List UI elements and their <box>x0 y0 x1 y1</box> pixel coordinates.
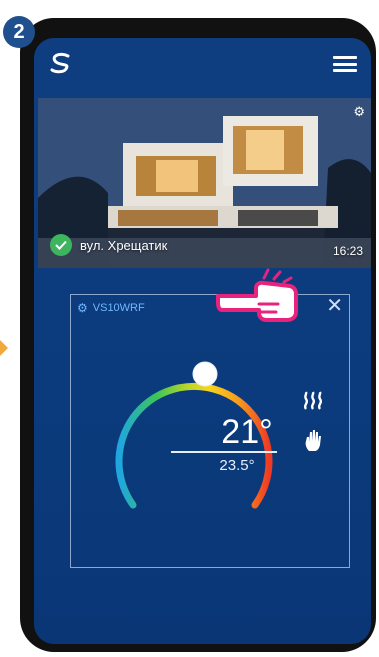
device-gear-icon: ⚙ <box>77 301 88 315</box>
hamburger-menu-icon[interactable] <box>333 56 357 72</box>
home-name: вул. Хрещатик <box>80 237 168 253</box>
device-title: ⚙ VS10WRF <box>77 301 145 315</box>
heating-icon <box>303 391 323 410</box>
check-icon <box>50 234 72 256</box>
step-badge: 2 <box>3 16 35 48</box>
home-time: 16:23 <box>332 244 363 258</box>
app-screen: ⚙ вул. Хрещатик 16:23 ⚙ VS10WRF ✕ 21° 23… <box>34 38 371 644</box>
top-bar <box>34 38 371 86</box>
close-icon[interactable]: ✕ <box>326 296 343 316</box>
salus-logo-icon[interactable] <box>48 52 74 74</box>
pointing-hand-icon <box>216 268 298 322</box>
device-name: VS10WRF <box>92 302 145 314</box>
home-photo[interactable]: ⚙ вул. Хрещатик 16:23 <box>38 98 371 268</box>
set-temperature: 23.5° <box>219 457 255 474</box>
current-temperature: 21° <box>221 413 273 451</box>
temperature-divider <box>171 451 277 453</box>
thermostat-card[interactable]: ⚙ VS10WRF ✕ 21° 23.5° <box>70 294 350 568</box>
gear-icon[interactable]: ⚙ <box>353 104 365 120</box>
dial-handle <box>192 361 218 387</box>
manual-hand-icon <box>305 430 321 451</box>
step-number: 2 <box>13 20 25 43</box>
home-label: вул. Хрещатик <box>50 234 167 256</box>
arrow-hint-icon <box>0 340 8 356</box>
